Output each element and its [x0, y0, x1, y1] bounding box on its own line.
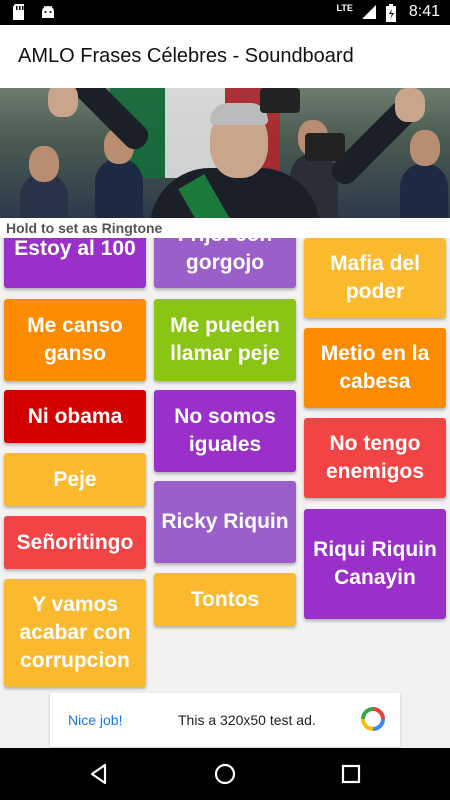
sound-button-senoritingo[interactable]: Señoritingo: [4, 516, 146, 569]
sound-button-tontos[interactable]: Tontos: [154, 573, 296, 626]
status-bar: LTE 8:41: [0, 0, 450, 25]
app-bar: AMLO Frases Célebres - Soundboard: [0, 25, 450, 88]
sound-button-mafia-del-poder[interactable]: Mafia del poder: [304, 238, 446, 318]
battery-icon: [385, 4, 401, 22]
back-icon[interactable]: [87, 762, 111, 786]
sound-button-me-pueden-llamar-peje[interactable]: Me pueden llamar peje: [154, 299, 296, 381]
sound-button-metio-en-la-cabesa[interactable]: Metio en la cabesa: [304, 328, 446, 408]
network-label: LTE: [336, 3, 353, 13]
home-icon[interactable]: [213, 762, 237, 786]
sound-button-frijol-con-gorgojo[interactable]: Frijol con gorgojo: [154, 238, 296, 288]
sound-button-no-somos-iguales[interactable]: No somos iguales: [154, 390, 296, 472]
ringtone-hint: Hold to set as Ringtone: [0, 218, 450, 238]
ad-text: This a 320x50 test ad.: [178, 712, 316, 728]
sound-button-riqui-riquin-canayin[interactable]: Riqui Riquin Canayin: [304, 509, 446, 619]
sound-button-ni-obama[interactable]: Ni obama: [4, 390, 146, 443]
sound-button-y-vamos-acabar-con-corrupcion[interactable]: Y vamos acabar con corrupcion: [4, 579, 146, 687]
sound-grid: Estoy al 100 Me canso ganso Ni obama Pej…: [0, 238, 450, 693]
ad-badge: Nice job!: [68, 712, 123, 728]
navigation-bar: [0, 748, 450, 800]
sound-button-no-tengo-enemigos[interactable]: No tengo enemigos: [304, 418, 446, 498]
ad-banner[interactable]: Nice job! This a 320x50 test ad.: [50, 693, 400, 747]
ringtone-hint-text: Hold to set as Ringtone: [6, 220, 163, 236]
ad-logo-icon: [360, 706, 386, 732]
sound-button-estoy-al-100[interactable]: Estoy al 100: [4, 238, 146, 288]
sound-button-peje[interactable]: Peje: [4, 453, 146, 506]
app-title: AMLO Frases Célebres - Soundboard: [18, 45, 354, 67]
banner-image: [0, 88, 450, 218]
sound-button-ricky-riquin[interactable]: Ricky Riquin: [154, 481, 296, 563]
recents-icon[interactable]: [339, 762, 363, 786]
signal-icon: [361, 4, 377, 20]
sound-button-me-canso-ganso[interactable]: Me canso ganso: [4, 299, 146, 381]
sd-card-icon: [12, 4, 28, 20]
android-icon: [40, 4, 56, 20]
clock: 8:41: [408, 3, 440, 20]
